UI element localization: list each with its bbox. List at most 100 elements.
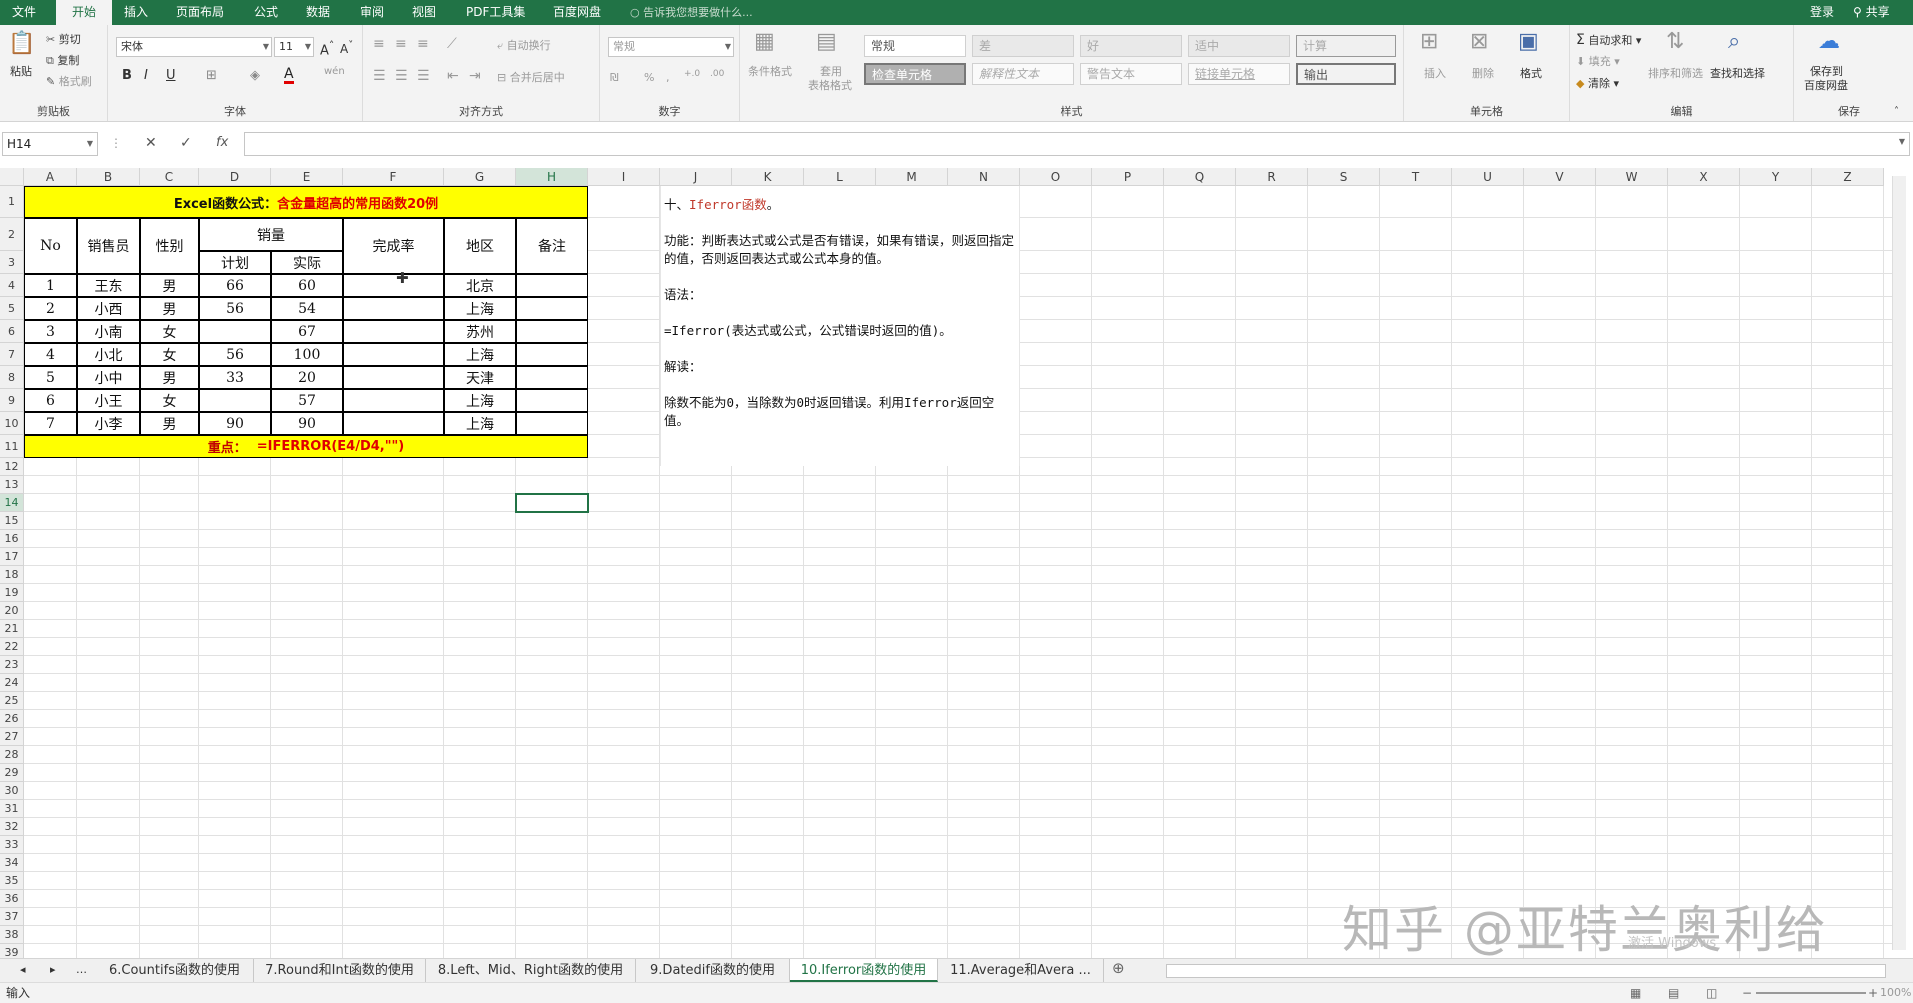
column-header-Z[interactable]: Z (1812, 168, 1884, 186)
format-painter-button[interactable]: ✎ 格式刷 (46, 75, 92, 89)
row-header-24[interactable]: 24 (0, 674, 24, 692)
comma-icon[interactable]: , (666, 71, 670, 85)
fill-color-button[interactable]: ◈ (250, 69, 260, 83)
zoom-level[interactable]: 100% (1880, 983, 1911, 1003)
column-header-F[interactable]: F (343, 168, 444, 186)
row-header-29[interactable]: 29 (0, 764, 24, 782)
align-top-icon[interactable]: ≡ (373, 37, 385, 51)
collapse-ribbon-icon[interactable]: ˄ (1894, 105, 1899, 119)
row-header-21[interactable]: 21 (0, 620, 24, 638)
orientation-icon[interactable]: ⟋ (447, 37, 457, 51)
italic-button[interactable]: I (144, 69, 148, 83)
decrease-indent-icon[interactable]: ⇤ (447, 69, 459, 83)
row-header-6[interactable]: 6 (0, 320, 24, 343)
tab-baidu[interactable]: 百度网盘 (553, 0, 601, 25)
tab-page-layout[interactable]: 页面布局 (176, 0, 224, 25)
merge-center-button[interactable]: ⊟ 合并后居中 (497, 71, 565, 85)
number-format-select[interactable]: 常规 ▼ (608, 37, 734, 57)
column-header-T[interactable]: T (1380, 168, 1452, 186)
row-header-34[interactable]: 34 (0, 854, 24, 872)
next-sheet-icon[interactable]: ▸ (50, 963, 56, 977)
column-header-G[interactable]: G (444, 168, 516, 186)
sheet-tab-8[interactable]: 8.Left、Mid、Right函数的使用 (426, 959, 636, 982)
row-header-38[interactable]: 38 (0, 926, 24, 944)
tab-file[interactable]: 文件 (12, 0, 36, 25)
row-header-8[interactable]: 8 (0, 366, 24, 389)
align-center-icon[interactable]: ☰ (395, 69, 408, 83)
sort-filter-button[interactable]: 排序和筛选 (1648, 67, 1703, 81)
style-linked-cell[interactable]: 链接单元格 (1188, 63, 1290, 85)
column-header-W[interactable]: W (1596, 168, 1668, 186)
column-header-O[interactable]: O (1020, 168, 1092, 186)
row-header-10[interactable]: 10 (0, 412, 24, 435)
row-header-22[interactable]: 22 (0, 638, 24, 656)
column-header-R[interactable]: R (1236, 168, 1308, 186)
zoom-out-icon[interactable]: − (1742, 983, 1752, 1003)
sheet-tab-9[interactable]: 9.Datedif函数的使用 (636, 959, 790, 982)
row-header-28[interactable]: 28 (0, 746, 24, 764)
insert-function-icon[interactable]: fx (216, 136, 228, 150)
tab-data[interactable]: 数据 (306, 0, 330, 25)
row-header-19[interactable]: 19 (0, 584, 24, 602)
row-header-20[interactable]: 20 (0, 602, 24, 620)
copy-button[interactable]: ⧉ 复制 (46, 54, 79, 68)
sheet-tab-6[interactable]: 6.Countifs函数的使用 (96, 959, 254, 982)
row-header-26[interactable]: 26 (0, 710, 24, 728)
autosum-button[interactable]: Σ 自动求和 ▾ (1576, 33, 1641, 48)
column-header-K[interactable]: K (732, 168, 804, 186)
format-table-button[interactable]: 套用 (820, 65, 842, 79)
row-header-39[interactable]: 39 (0, 944, 24, 958)
more-sheets-icon[interactable]: … (76, 963, 87, 977)
style-good[interactable]: 好 (1080, 35, 1182, 57)
style-bad[interactable]: 差 (972, 35, 1074, 57)
column-header-P[interactable]: P (1092, 168, 1164, 186)
select-all-corner[interactable] (0, 168, 24, 186)
page-layout-view-icon[interactable]: ▤ (1668, 983, 1679, 1003)
align-left-icon[interactable]: ☰ (373, 69, 386, 83)
style-explanatory[interactable]: 解释性文本 (972, 63, 1074, 85)
row-header-11[interactable]: 11 (0, 435, 24, 458)
delete-cells-button[interactable]: 删除 (1472, 67, 1494, 81)
border-button[interactable]: ⊞ (206, 69, 217, 83)
column-header-U[interactable]: U (1452, 168, 1524, 186)
paste-button[interactable]: 粘贴 (10, 65, 32, 79)
column-header-J[interactable]: J (660, 168, 732, 186)
column-header-H[interactable]: H (516, 168, 588, 186)
row-header-33[interactable]: 33 (0, 836, 24, 854)
style-calculation[interactable]: 计算 (1296, 35, 1396, 57)
row-header-30[interactable]: 30 (0, 782, 24, 800)
login-link[interactable]: 登录 (1810, 0, 1834, 25)
conditional-format-button[interactable]: 条件格式 (748, 65, 792, 79)
column-header-V[interactable]: V (1524, 168, 1596, 186)
sheet-tab-7[interactable]: 7.Round和Int函数的使用 (254, 959, 426, 982)
row-header-13[interactable]: 13 (0, 476, 24, 494)
font-color-button[interactable]: A (284, 67, 294, 84)
clear-button[interactable]: ◆ 清除 ▾ (1576, 77, 1619, 91)
style-warning[interactable]: 警告文本 (1080, 63, 1182, 85)
row-header-25[interactable]: 25 (0, 692, 24, 710)
column-header-A[interactable]: A (24, 168, 77, 186)
column-header-S[interactable]: S (1308, 168, 1380, 186)
zoom-slider[interactable] (1756, 992, 1866, 994)
style-neutral[interactable]: 适中 (1188, 35, 1290, 57)
row-header-15[interactable]: 15 (0, 512, 24, 530)
tab-review[interactable]: 审阅 (360, 0, 384, 25)
row-header-37[interactable]: 37 (0, 908, 24, 926)
style-normal[interactable]: 常规 (864, 35, 966, 57)
row-header-5[interactable]: 5 (0, 297, 24, 320)
active-cell-selection[interactable] (515, 493, 589, 513)
page-break-view-icon[interactable]: ◫ (1706, 983, 1717, 1003)
notes-textbox[interactable]: 十、Iferror函数。 功能：判断表达式或公式是否有错误，如果有错误，则返回指… (660, 186, 1020, 466)
tab-home[interactable]: 开始 (56, 0, 112, 25)
find-select-button[interactable]: 查找和选择 (1710, 67, 1765, 81)
sheet-tab-11[interactable]: 11.Average和Avera ... (938, 959, 1104, 982)
row-header-9[interactable]: 9 (0, 389, 24, 412)
tab-view[interactable]: 视图 (412, 0, 436, 25)
cut-button[interactable]: ✂ 剪切 (46, 33, 81, 47)
grow-font-button[interactable]: A˄ (320, 39, 334, 58)
enter-icon[interactable]: ✓ (180, 136, 192, 150)
tab-insert[interactable]: 插入 (124, 0, 148, 25)
fill-button[interactable]: ⬇ 填充 ▾ (1576, 55, 1620, 69)
row-header-17[interactable]: 17 (0, 548, 24, 566)
formula-input[interactable]: ▼ (244, 132, 1910, 156)
